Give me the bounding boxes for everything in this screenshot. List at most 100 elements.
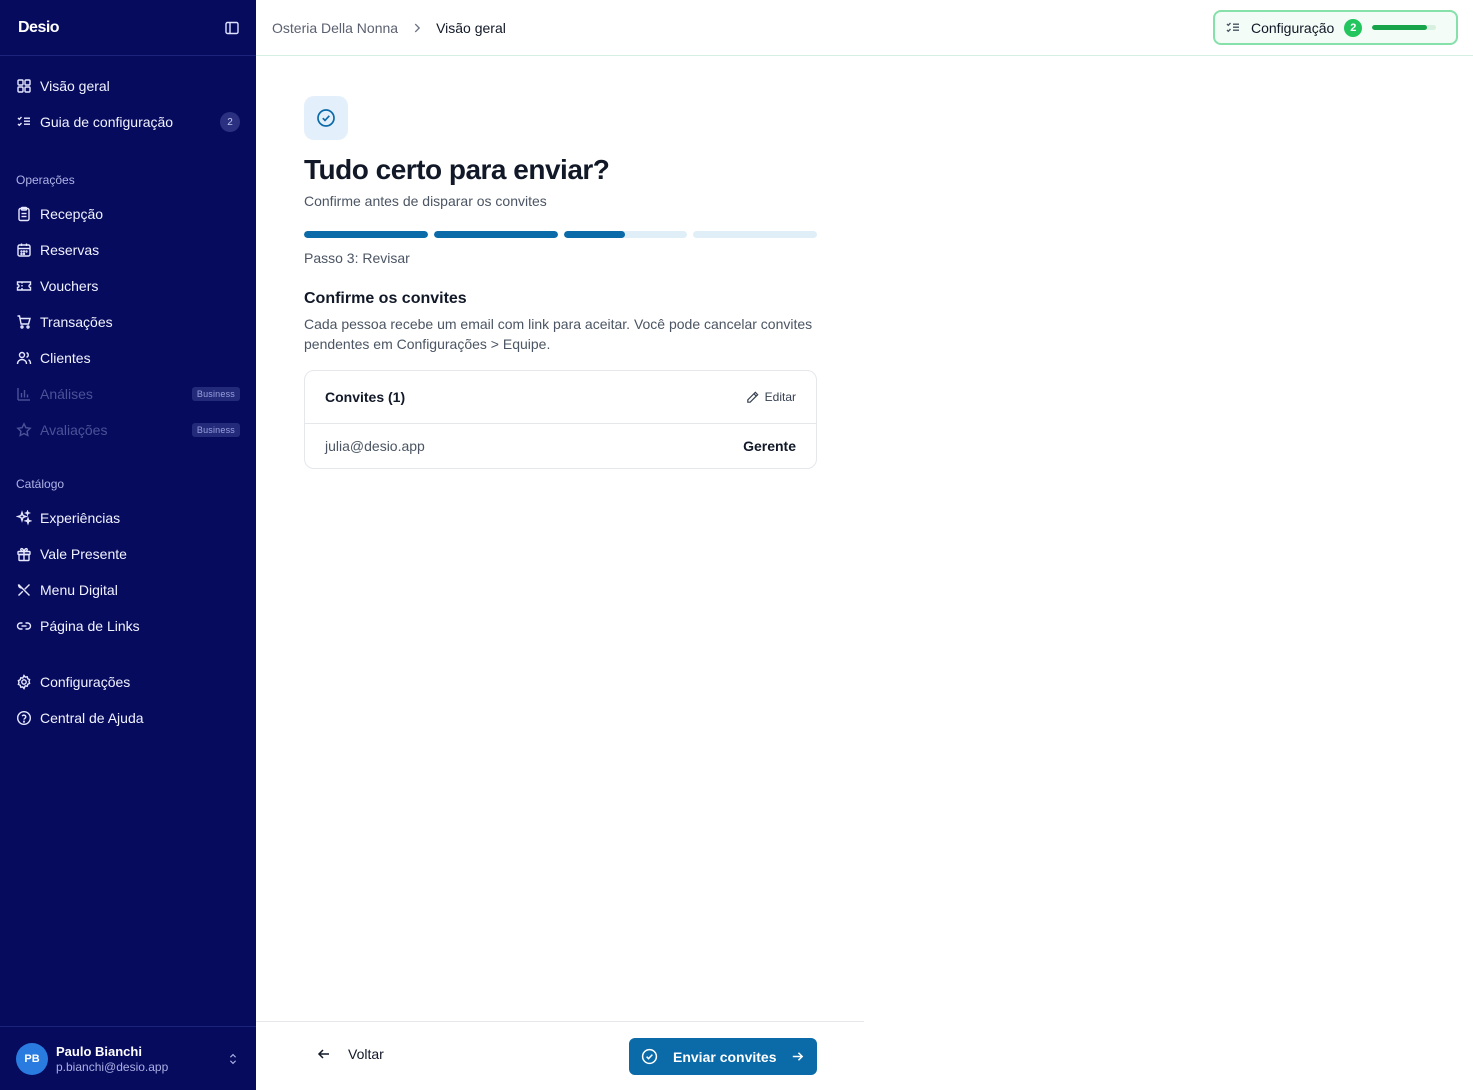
back-button-label: Voltar — [348, 1046, 384, 1062]
sidebar-item-label: Avaliações — [40, 422, 108, 438]
setup-progress-bar — [1372, 25, 1437, 30]
user-menu[interactable]: PB Paulo Bianchi p.bianchi@desio.app — [0, 1026, 256, 1090]
page-title: Tudo certo para enviar? — [304, 154, 610, 185]
sidebar-header: Desio — [0, 0, 256, 56]
check-circle-icon — [304, 96, 348, 140]
clipboard-icon — [18, 206, 30, 222]
invite-role: Gerente — [743, 438, 796, 454]
sidebar-item-label: Página de Links — [40, 618, 140, 634]
step-progress-bar — [304, 231, 817, 238]
sidebar-item-label: Visão geral — [40, 78, 110, 94]
invites-card-header: Convites (1) Editar — [305, 371, 816, 424]
checklist-icon — [17, 116, 30, 127]
plan-badge: Business — [191, 387, 240, 401]
sidebar-item-label: Vale Presente — [40, 546, 127, 562]
sidebar-item-label: Guia de configuração — [40, 114, 174, 130]
grid-icon — [17, 79, 31, 93]
arrow-left-icon — [317, 1049, 329, 1059]
wizard-footer: Voltar Enviar convites — [256, 1021, 864, 1090]
progress-segment — [304, 231, 428, 238]
breadcrumb-current: Visão geral — [436, 19, 506, 36]
sidebar-item-clientes[interactable]: Clientes — [0, 340, 256, 376]
avatar: PB — [16, 1042, 48, 1075]
sidebar: Desio Visão geral Guia de configuração 2… — [0, 0, 256, 1090]
setup-count-badge: 2 — [1344, 18, 1363, 37]
sidebar-item-label: Clientes — [40, 350, 91, 366]
sidebar-item-visao-geral[interactable]: Visão geral — [0, 68, 256, 104]
progress-segment — [693, 231, 817, 238]
chevron-right-icon — [414, 23, 421, 32]
sidebar-item-label: Experiências — [40, 510, 121, 526]
sidebar-item-reservas[interactable]: Reservas — [0, 232, 256, 268]
calendar-icon — [17, 243, 31, 257]
ticket-icon — [16, 281, 32, 291]
checklist-icon — [1226, 22, 1239, 32]
sidebar-item-transacoes[interactable]: Transações — [0, 304, 256, 340]
edit-button[interactable]: Editar — [745, 390, 796, 405]
top-bar: Osteria Della Nonna Visão geral Configur… — [256, 0, 1473, 56]
sidebar-item-pagina-links[interactable]: Página de Links — [0, 608, 256, 644]
user-info: Paulo Bianchi p.bianchi@desio.app — [56, 1044, 226, 1074]
sidebar-item-label: Reservas — [40, 242, 100, 258]
help-circle-icon — [16, 710, 32, 726]
count-badge: 2 — [220, 112, 240, 132]
sidebar-item-label: Central de Ajuda — [40, 710, 144, 726]
gear-icon — [17, 674, 31, 690]
progress-segment-fill — [563, 231, 626, 238]
cart-icon — [17, 315, 31, 329]
sidebar-item-configuracoes[interactable]: Configurações — [0, 664, 256, 700]
user-name: Paulo Bianchi — [56, 1043, 142, 1059]
sidebar-item-guia-configuracao[interactable]: Guia de configuração 2 — [0, 104, 256, 140]
invite-email: julia@desio.app — [325, 438, 425, 454]
users-icon — [16, 351, 32, 365]
sidebar-item-vouchers[interactable]: Vouchers — [0, 268, 256, 304]
check-circle-icon — [641, 1048, 658, 1065]
user-email: p.bianchi@desio.app — [56, 1059, 169, 1074]
setup-progress-button[interactable]: Configuração 2 — [1213, 10, 1458, 45]
section-label-operacoes: Operações — [16, 173, 75, 187]
sidebar-item-recepcao[interactable]: Recepção — [0, 196, 256, 232]
send-invites-button[interactable]: Enviar convites — [629, 1038, 817, 1075]
pencil-icon — [746, 390, 759, 403]
breadcrumb-restaurant[interactable]: Osteria Della Nonna — [272, 20, 398, 36]
section-title: Confirme os convites — [304, 290, 467, 307]
edit-button-label: Editar — [764, 390, 796, 404]
sidebar-item-label: Análises — [40, 386, 93, 402]
invite-row: julia@desio.app Gerente — [305, 424, 816, 468]
chevron-up-down-icon — [229, 1053, 237, 1064]
invites-card-title: Convites (1) — [325, 389, 406, 405]
sidebar-item-label: Recepção — [40, 206, 104, 222]
sidebar-nav: Visão geral Guia de configuração 2 Opera… — [0, 56, 256, 736]
app-logo[interactable]: Desio — [18, 19, 60, 37]
invites-card: Convites (1) Editar julia@desio.app Gere… — [304, 370, 817, 469]
section-label-catalogo: Catálogo — [16, 477, 65, 491]
star-icon — [16, 422, 32, 437]
sidebar-toggle-icon[interactable] — [224, 20, 240, 36]
sidebar-item-label: Vouchers — [40, 278, 99, 294]
page-subtitle: Confirme antes de disparar os convites — [304, 193, 547, 209]
send-invites-label: Enviar convites — [673, 1048, 777, 1065]
sidebar-item-analises[interactable]: Análises Business — [0, 376, 256, 412]
progress-segment-fill — [304, 231, 428, 238]
plan-badge: Business — [191, 423, 240, 437]
back-button[interactable]: Voltar — [316, 1046, 384, 1062]
utensils-icon — [17, 584, 30, 596]
progress-segment-fill — [433, 231, 558, 238]
sparkles-icon — [16, 510, 32, 526]
progress-segment — [433, 231, 558, 238]
sidebar-item-experiencias[interactable]: Experiências — [0, 500, 256, 536]
link-icon — [16, 622, 32, 630]
sidebar-item-label: Menu Digital — [40, 582, 118, 598]
sidebar-item-label: Configurações — [40, 674, 131, 690]
arrow-right-icon — [792, 1052, 804, 1061]
review-panel: Tudo certo para enviar? Confirme antes d… — [304, 96, 817, 469]
sidebar-item-central-ajuda[interactable]: Central de Ajuda — [0, 700, 256, 736]
sidebar-item-vale-presente[interactable]: Vale Presente — [0, 536, 256, 572]
progress-segment — [563, 231, 688, 238]
sidebar-item-menu-digital[interactable]: Menu Digital — [0, 572, 256, 608]
gift-icon — [17, 547, 31, 562]
sidebar-item-label: Transações — [40, 314, 113, 330]
sidebar-item-avaliacoes[interactable]: Avaliações Business — [0, 412, 256, 448]
step-label: Passo 3: Revisar — [304, 250, 410, 266]
setup-progress-fill — [1372, 25, 1427, 30]
